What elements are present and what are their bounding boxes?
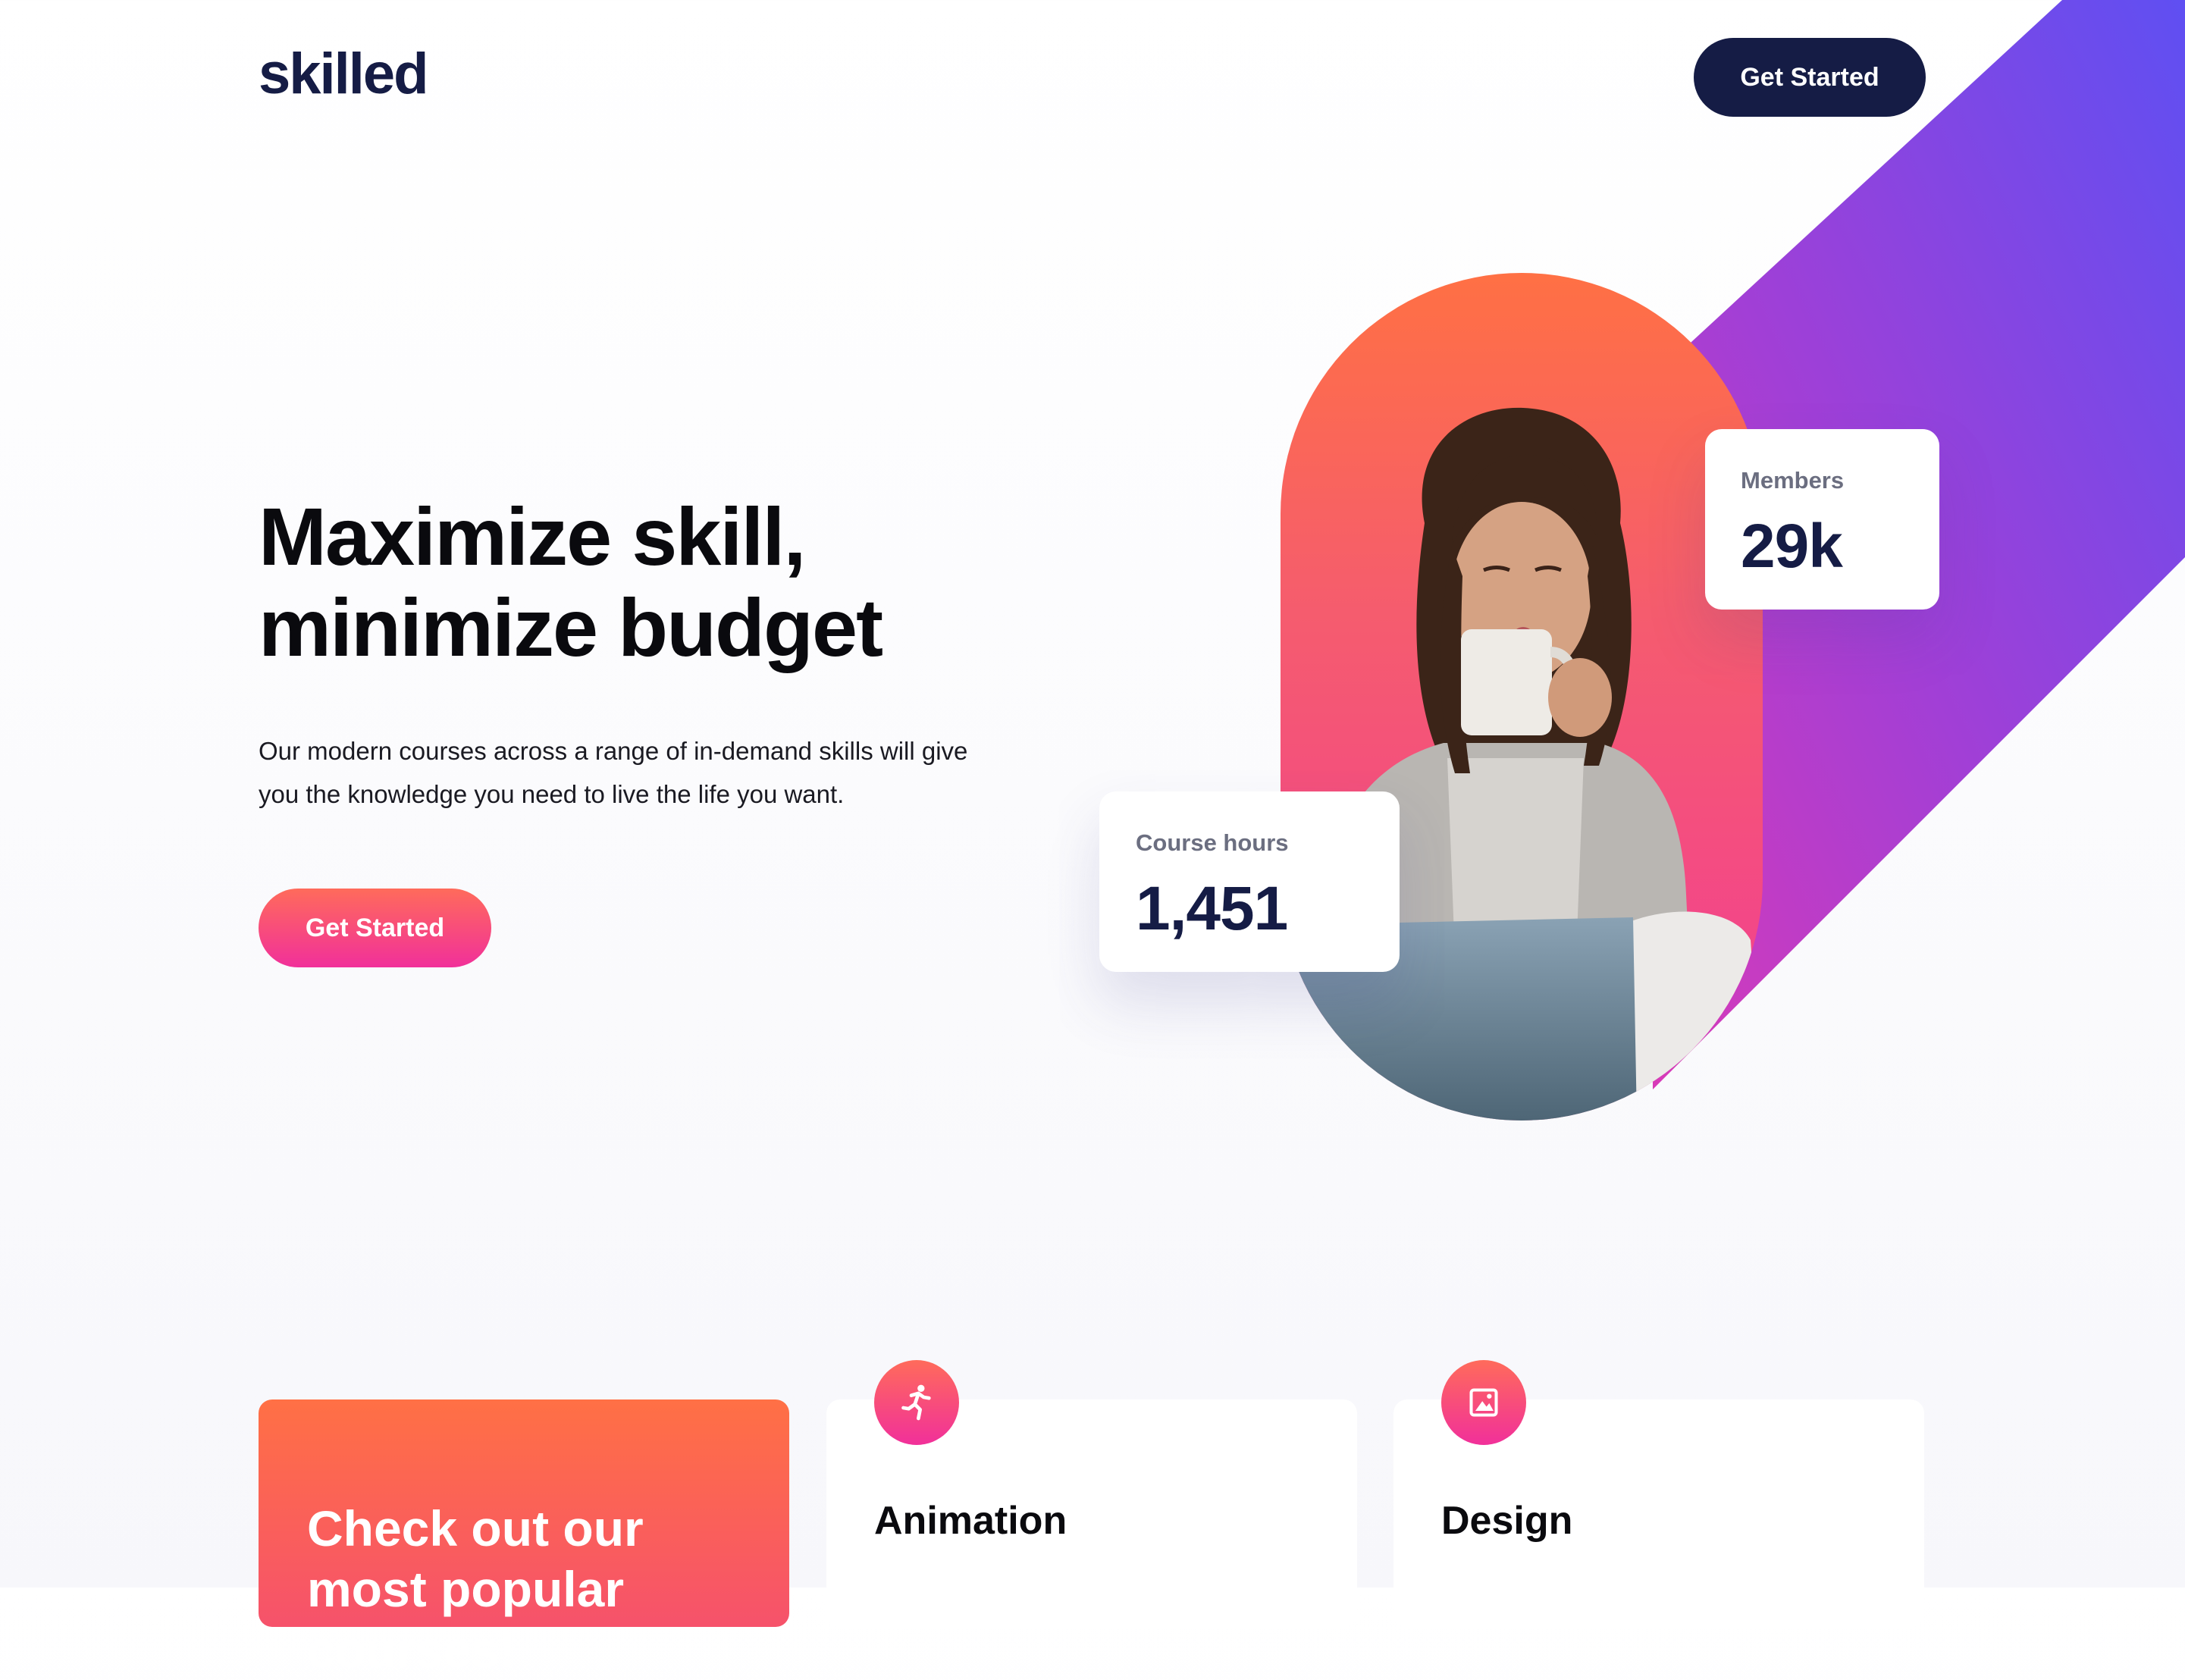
hero-title-line-1: Maximize skill,	[259, 491, 806, 582]
image-frame-glyph	[1469, 1388, 1498, 1417]
course-card-title: Animation	[874, 1499, 1067, 1543]
promo-title: Check out our most popular courses!	[307, 1500, 644, 1678]
members-stat-card: Members 29k	[1705, 429, 1939, 610]
hero-get-started-button[interactable]: Get Started	[259, 889, 491, 967]
hero-title: Maximize skill, minimize budget	[259, 491, 1017, 673]
members-stat-label: Members	[1741, 467, 1845, 494]
image-frame-icon[interactable]	[1441, 1360, 1526, 1445]
members-stat-value: 29k	[1741, 512, 1843, 581]
course-hours-stat-label: Course hours	[1136, 829, 1289, 856]
woman-with-mug-illustration	[1296, 407, 1763, 1121]
popular-courses-promo-card: Check out our most popular courses!	[259, 1399, 789, 1678]
brand-logo[interactable]: skilled	[259, 41, 429, 107]
running-figure-icon[interactable]	[874, 1360, 959, 1445]
running-figure-glyph	[901, 1384, 931, 1421]
hero-title-line-2: minimize budget	[259, 581, 883, 673]
hero-image	[1281, 273, 1763, 1121]
course-hours-stat-card: Course hours 1,451	[1099, 791, 1400, 972]
course-hours-stat-value: 1,451	[1136, 874, 1288, 943]
nav-get-started-button[interactable]: Get Started	[1694, 38, 1926, 117]
hero-description: Our modern courses across a range of in-…	[259, 737, 968, 808]
course-card-title: Design	[1441, 1499, 1573, 1543]
